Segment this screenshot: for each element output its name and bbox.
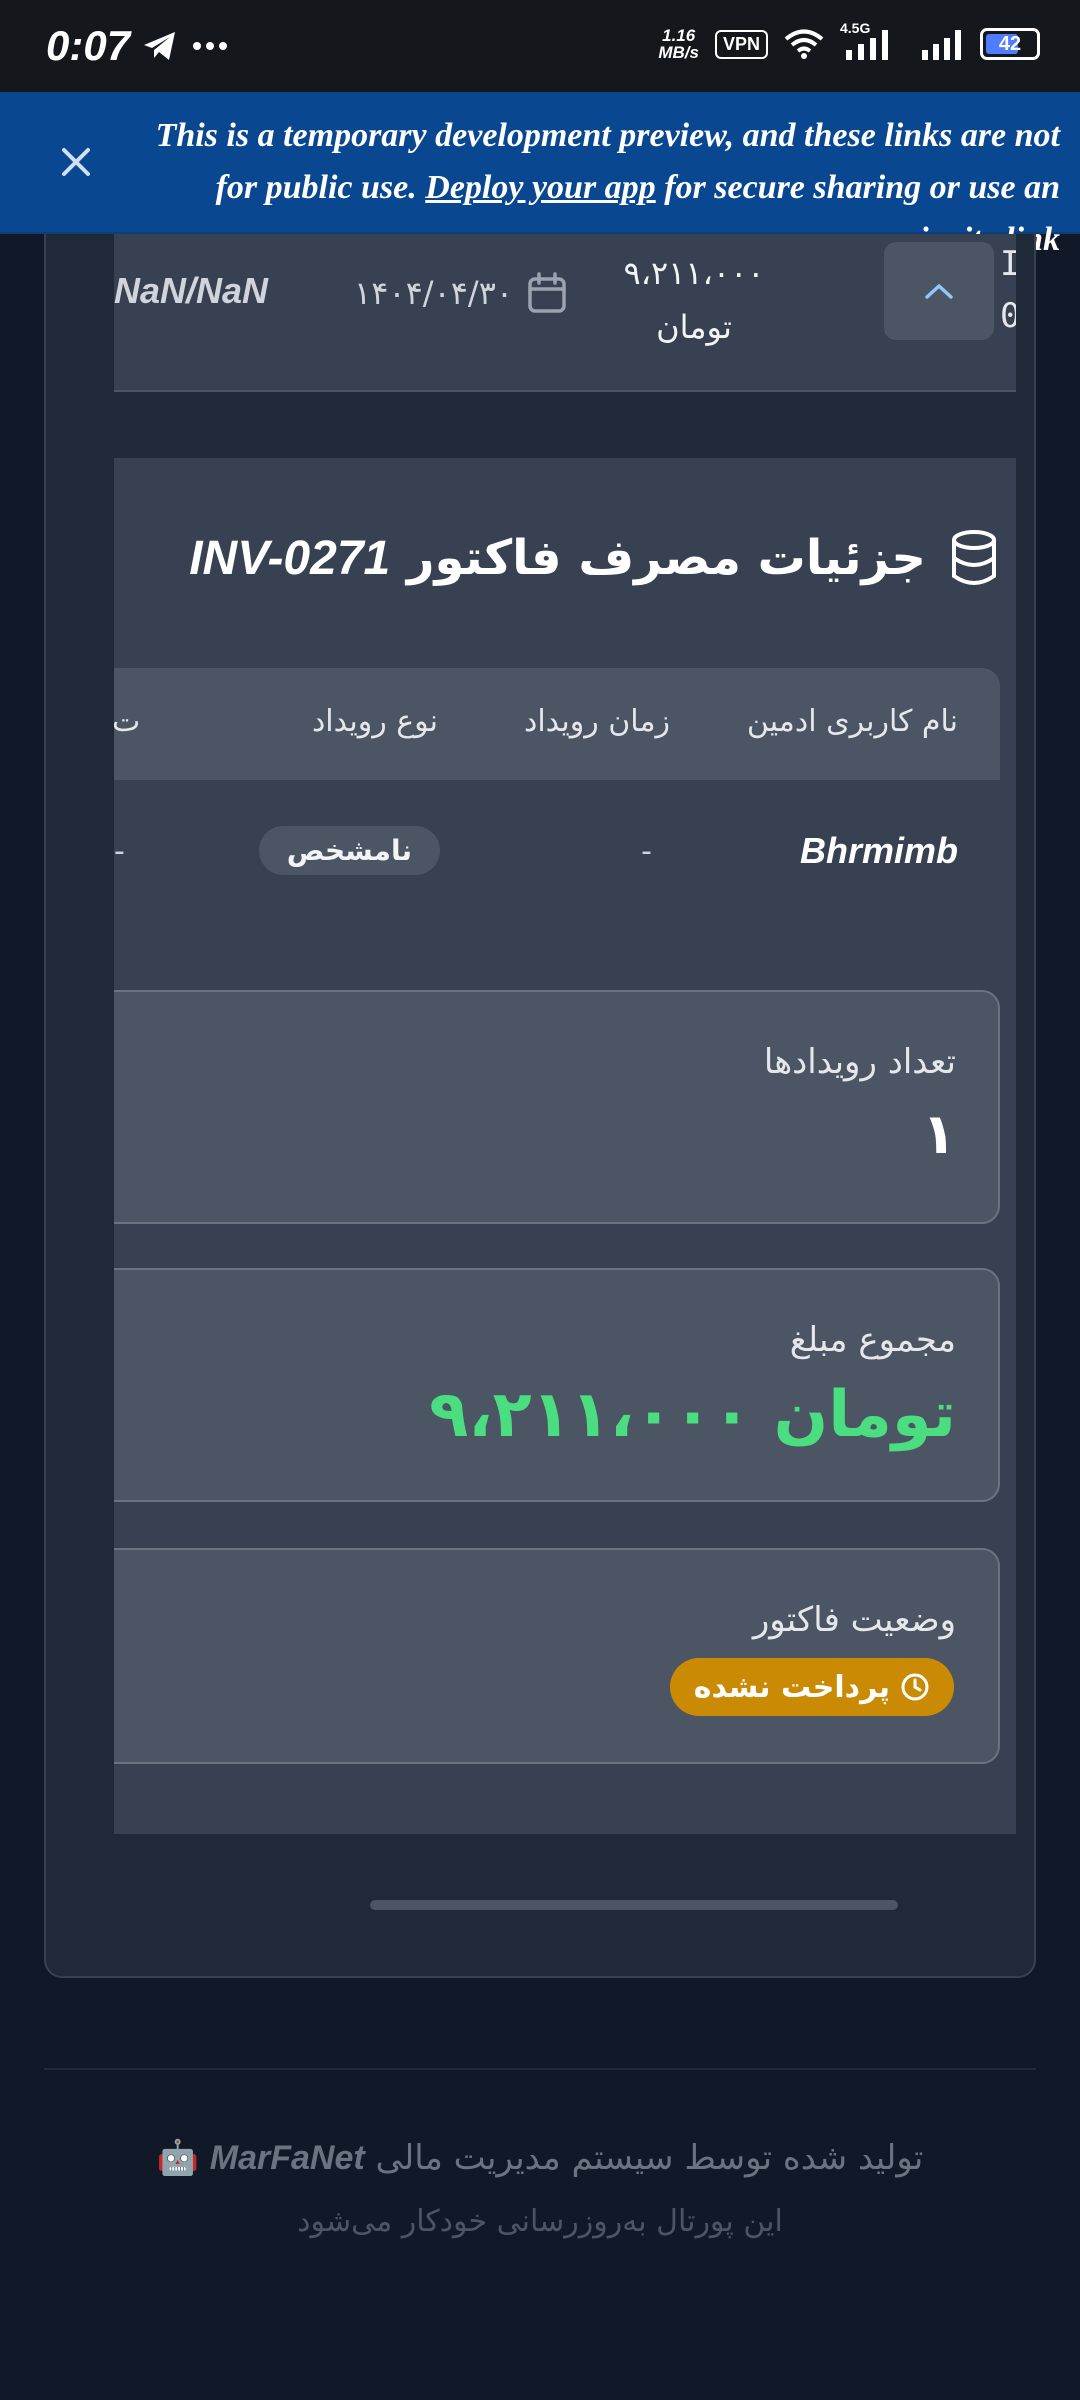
- footer-auto-update-note: این پورتال به‌روزرسانی خودکار می‌شود: [297, 2204, 783, 2239]
- invoice-date-text: ۱۴۰۴/۰۴/۳۰: [354, 274, 514, 312]
- database-icon: [952, 530, 996, 585]
- battery-level: 42: [998, 33, 1022, 55]
- footer-brand: MarFaNet: [209, 2139, 365, 2177]
- status-right-icons: 1.16 MB/s VPN 4.5G 42: [658, 20, 1040, 62]
- total-amount-card: مجموع مبلغ ۹،۲۱۱،۰۰۰ تومان: [114, 1268, 1000, 1502]
- invoice-date: ۱۴۰۴/۰۴/۳۰: [354, 272, 567, 314]
- invoice-amount: ۹،۲۱۱،۰۰۰ تومان: [584, 246, 804, 354]
- events-count-card: تعداد رویدادها ۱: [114, 990, 1000, 1224]
- invoice-code: INV-0271: [189, 532, 391, 585]
- invoice-amount-unit: تومان: [656, 308, 732, 346]
- column-admin-username: نام کاربری ادمین: [746, 704, 958, 739]
- cellular-signal-1: 4.5G: [840, 20, 904, 62]
- invoice-edge-line1: I: [1000, 238, 1016, 290]
- vpn-badge: VPN: [714, 29, 768, 59]
- net-speed-unit: MB/s: [658, 43, 699, 62]
- dev-preview-banner: This is a temporary development preview,…: [0, 92, 1080, 258]
- column-event-type: نوع رویداد: [311, 704, 438, 739]
- event-extra: -: [114, 834, 125, 869]
- events-table-header: نام کاربری ادمین زمان رویداد نوع رویداد …: [114, 668, 1000, 780]
- battery-indicator: 42: [980, 28, 1040, 60]
- admin-username: Bhrmimb: [799, 830, 958, 871]
- net-speed: 1.16 MB/s: [658, 27, 699, 61]
- chevron-up-icon: [925, 284, 953, 299]
- details-title-text: جزئیات مصرف فاکتور INV-0271: [189, 530, 926, 586]
- invoice-status-text: پرداخت نشده: [693, 1669, 890, 1705]
- details-title-label: جزئیات مصرف فاکتور: [406, 530, 926, 586]
- signal-bars-icon-2: [922, 30, 961, 60]
- wifi-icon: [784, 29, 824, 59]
- events-count-value: ۱: [921, 1102, 956, 1167]
- column-event-time: زمان رویداد: [523, 704, 670, 739]
- close-icon[interactable]: [54, 140, 98, 184]
- footer-credit-text: تولید شده توسط سیستم مدیریت مالی: [375, 2138, 924, 2178]
- total-amount-value: ۹،۲۱۱،۰۰۰ تومان: [429, 1378, 956, 1452]
- usage-details-panel: جزئیات مصرف فاکتور INV-0271 نام کاربری ا…: [114, 458, 1016, 1834]
- total-amount-label: مجموع مبلغ: [789, 1320, 956, 1360]
- invoice-row: NaN/NaN ۱۴۰۴/۰۴/۳۰ ۹،۲۱۱،۰۰۰ تومان I 0: [114, 234, 1016, 392]
- invoice-edge-text: I 0: [1000, 238, 1016, 342]
- signal-bars-icon: [846, 30, 888, 60]
- invoice-status-label: وضعیت فاکتور: [752, 1600, 956, 1640]
- robot-icon: 🤖: [156, 2138, 199, 2178]
- column-cut-off: ت: [114, 704, 141, 739]
- invoice-status-badge: پرداخت نشده: [669, 1658, 954, 1716]
- events-count-label: تعداد رویدادها: [763, 1042, 956, 1082]
- status-time: 0:07: [46, 22, 131, 69]
- telegram-icon: [144, 32, 175, 60]
- invoice-status-card: وضعیت فاکتور پرداخت نشده: [114, 1548, 1000, 1764]
- event-time: -: [641, 834, 652, 869]
- status-bar: 0:07 1.16 MB/s VPN 4.5G 42: [0, 0, 1080, 92]
- invoice-nan-value: NaN/NaN: [114, 270, 269, 311]
- invoice-edge-line2: 0: [1000, 290, 1016, 342]
- more-dots-icon: [193, 42, 227, 50]
- event-type-badge: نامشخص: [258, 826, 440, 875]
- status-notification-icons: [142, 30, 228, 62]
- collapse-button[interactable]: [884, 242, 994, 340]
- details-title: جزئیات مصرف فاکتور INV-0271: [189, 530, 998, 586]
- invoice-amount-number: ۹،۲۱۱،۰۰۰: [623, 254, 765, 292]
- footer-credit: تولید شده توسط سیستم مدیریت مالی MarFaNe…: [0, 2138, 1080, 2178]
- footer-divider: [44, 2068, 1036, 2070]
- table-row: Bhrmimb - نامشخص -: [114, 780, 1000, 930]
- invoice-container-card: NaN/NaN ۱۴۰۴/۰۴/۳۰ ۹،۲۱۱،۰۰۰ تومان I 0: [44, 234, 1036, 1978]
- clock-icon: [901, 1673, 929, 1701]
- calendar-icon: [528, 272, 566, 313]
- net-speed-value: 1.16: [662, 26, 696, 45]
- deploy-app-link[interactable]: Deploy your app: [425, 169, 655, 206]
- horizontal-scrollbar[interactable]: [370, 1900, 898, 1910]
